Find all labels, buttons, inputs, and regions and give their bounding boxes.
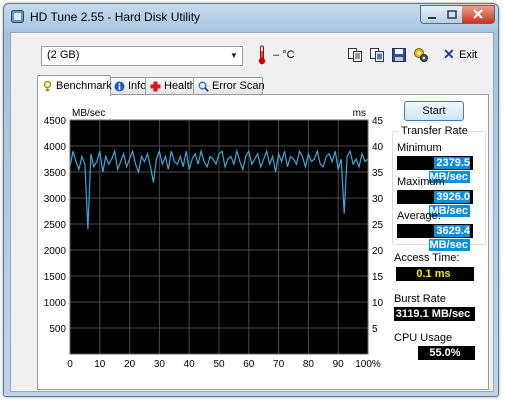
copy-icon[interactable] — [347, 47, 363, 63]
start-button[interactable]: Start — [404, 101, 464, 121]
x-tick-label: 70 — [273, 359, 285, 370]
close-button[interactable] — [462, 5, 495, 24]
y-tick-label-right: 35 — [372, 168, 384, 179]
tab-label: Error Scan — [212, 80, 265, 92]
x-tick-label: 80 — [303, 359, 315, 370]
x-tick-label: 100% — [355, 359, 381, 370]
y-tick-label-left: 1000 — [44, 298, 67, 309]
burst-rate-value: 3119.1 MB/sec — [394, 307, 475, 321]
y-tick-label-left: 4500 — [44, 116, 67, 127]
x-tick-label: 0 — [67, 359, 73, 370]
access-time-value: 0.1 ms — [396, 267, 474, 281]
y-axis-label-left: MB/sec — [72, 108, 105, 119]
tab-health[interactable]: Health — [145, 77, 196, 95]
y-tick-label-right: 45 — [372, 116, 384, 127]
transfer-rate-title: Transfer Rate — [399, 125, 470, 137]
benchmark-chart: 5001000150020002500300035004000450051015… — [44, 108, 384, 370]
x-tick-label: 40 — [184, 359, 196, 370]
y-tick-label-right: 40 — [372, 142, 384, 153]
y-tick-label-right: 5 — [372, 324, 378, 335]
y-tick-label-left: 500 — [49, 324, 66, 335]
x-tick-label: 20 — [124, 359, 136, 370]
tab-label: Info — [128, 80, 147, 92]
exit-button[interactable]: ✕ Exit — [441, 46, 481, 65]
options-icon[interactable] — [413, 47, 429, 63]
transfer-rate-group: Transfer Rate Minimum 2379.5 MB/sec Maxi… — [392, 125, 486, 251]
temperature-readout: – °C — [273, 49, 295, 61]
maximize-button[interactable] — [442, 5, 463, 24]
tab-label: Health — [164, 80, 196, 92]
drive-select[interactable]: (2 GB) ▼ — [41, 46, 243, 66]
minimize-button[interactable] — [420, 5, 444, 24]
x-tick-label: 10 — [94, 359, 106, 370]
close-icon — [473, 9, 483, 19]
chevron-down-icon: ▼ — [230, 51, 238, 60]
hdtune-app-icon — [11, 10, 24, 23]
cpu-usage-label: CPU Usage — [394, 332, 453, 344]
copy-all-icon[interactable] — [369, 47, 385, 63]
y-tick-label-left: 3000 — [44, 194, 67, 205]
exit-icon: ✕ — [443, 46, 455, 62]
tab-benchmark[interactable]: Benchmark — [37, 75, 112, 96]
window-title: HD Tune 2.55 - Hard Disk Utility — [30, 10, 201, 24]
tab-info[interactable]: Info — [109, 77, 147, 95]
average-value: 3629.4 MB/sec — [397, 224, 473, 251]
toolbar: (2 GB) ▼ – °C ✕ Exit — [11, 33, 493, 79]
maximize-icon — [447, 10, 457, 19]
maximum-value: 3926.0 MB/sec — [397, 190, 473, 217]
y-tick-label-right: 25 — [372, 220, 384, 231]
save-icon[interactable] — [391, 47, 407, 63]
benchmark-icon — [43, 81, 52, 92]
y-tick-label-left: 2500 — [44, 220, 67, 231]
info-icon — [114, 81, 125, 92]
y-tick-label-left: 4000 — [44, 142, 67, 153]
y-tick-label-right: 20 — [372, 246, 384, 257]
minimum-value: 2379.5 MB/sec — [397, 156, 473, 183]
maximum-label: Maximum — [397, 176, 445, 188]
tab-label: Benchmark — [56, 80, 112, 92]
drive-select-value: (2 GB) — [47, 49, 80, 61]
x-tick-label: 90 — [333, 359, 345, 370]
y-tick-label-left: 1500 — [44, 272, 67, 283]
x-tick-label: 50 — [213, 359, 225, 370]
tab-error-scan[interactable]: Error Scan — [193, 77, 265, 95]
y-tick-label-left: 2000 — [44, 246, 67, 257]
y-tick-label-left: 3500 — [44, 168, 67, 179]
exit-label: Exit — [459, 49, 478, 61]
title-bar[interactable]: HD Tune 2.55 - Hard Disk Utility — [4, 4, 498, 30]
thermometer-icon — [258, 45, 266, 65]
average-label: Average: — [397, 210, 441, 222]
y-tick-label-right: 15 — [372, 272, 384, 283]
benchmark-panel: 500 1000 1500 2000 2500 3000 3500 4000 4500 5 10 15… — [37, 94, 489, 390]
app-window: HD Tune 2.55 - Hard Disk Utility (2 GB) … — [3, 3, 499, 397]
y-tick-label-right: 30 — [372, 194, 384, 205]
burst-rate-label: Burst Rate — [394, 293, 446, 305]
cpu-usage-value: 55.0% — [418, 346, 475, 360]
y-axis-label-right: ms — [353, 108, 366, 119]
minimum-label: Minimum — [397, 142, 442, 154]
client-area: (2 GB) ▼ – °C ✕ Exit Benchmark Info Heal… — [10, 32, 494, 392]
y-tick-label-right: 10 — [372, 298, 384, 309]
x-tick-label: 30 — [154, 359, 166, 370]
access-time-label: Access Time: — [394, 252, 460, 264]
x-tick-label: 60 — [243, 359, 255, 370]
minimize-icon — [428, 17, 436, 19]
error-scan-icon — [198, 81, 209, 92]
health-icon — [150, 81, 161, 92]
